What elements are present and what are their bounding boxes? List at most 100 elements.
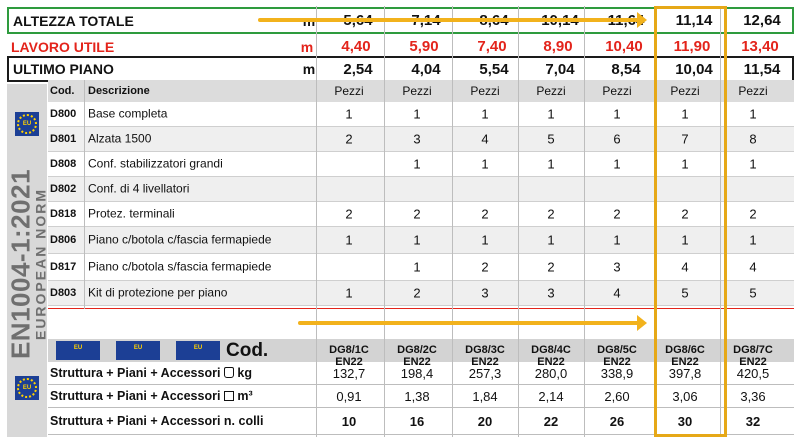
norm-code: EN1004-1:2021 xyxy=(5,168,36,360)
value-cell: 198,4 xyxy=(400,366,434,381)
highlight-column-box xyxy=(654,6,727,437)
row-label: Struttura + Piani + Accessori kg xyxy=(50,366,252,380)
part-desc: Piano c/botola s/fascia fermapiede xyxy=(88,259,272,274)
norm-vertical-label: EN1004-1:2021 EUROPEAN NORM xyxy=(5,122,49,407)
value-cell: 10 xyxy=(341,414,357,429)
part-desc: Alzata 1500 xyxy=(88,131,152,146)
qty-cell: 1 xyxy=(749,156,757,172)
lavoro-value: 5,90 xyxy=(409,38,439,55)
row-label: Struttura + Piani + Accessori n. colli xyxy=(50,414,264,428)
qty-cell: 1 xyxy=(481,232,489,248)
value-cell: 280,0 xyxy=(534,366,568,381)
part-desc: Base completa xyxy=(88,106,168,121)
part-code: D817 xyxy=(50,261,77,273)
value-cell: 420,5 xyxy=(736,366,770,381)
qty-cell: 5 xyxy=(547,131,555,147)
qty-header: Pezzi xyxy=(470,84,500,98)
grid-line xyxy=(518,6,519,437)
qty-cell: 1 xyxy=(749,232,757,248)
altezza-label: ALTEZZA TOTALE xyxy=(13,12,134,29)
qty-cell: 2 xyxy=(345,131,353,147)
grid-line xyxy=(316,6,317,437)
lavoro-value: 7,40 xyxy=(477,38,507,55)
value-cell: 26 xyxy=(609,414,625,429)
arrow-right-icon xyxy=(298,315,647,331)
qty-cell: 1 xyxy=(345,285,353,301)
qty-cell: 1 xyxy=(613,106,621,122)
lavoro-value: 10,40 xyxy=(605,38,643,55)
row-label: Struttura + Piani + Accessori m³ xyxy=(50,389,253,403)
qty-cell: 2 xyxy=(749,206,757,222)
qty-header: Pezzi xyxy=(602,84,632,98)
lavoro-value: 13,40 xyxy=(741,38,779,55)
part-code: D800 xyxy=(50,108,77,120)
part-desc: Conf. stabilizzatori grandi xyxy=(88,156,223,171)
cod-label: Cod. xyxy=(226,340,269,361)
qty-cell: 4 xyxy=(613,285,621,301)
altezza-value: 12,64 xyxy=(743,12,781,29)
value-cell: 0,91 xyxy=(336,389,362,404)
value-cell: 257,3 xyxy=(468,366,502,381)
eu-flag-icon: EU xyxy=(15,376,39,400)
value-cell: 2,60 xyxy=(604,389,630,404)
qty-cell: 1 xyxy=(413,259,421,275)
part-code: D802 xyxy=(50,183,77,195)
eu-flag-icon: EU xyxy=(176,341,220,360)
qty-header: Pezzi xyxy=(738,84,768,98)
ultimo-label: ULTIMO PIANO xyxy=(13,61,114,77)
qty-cell: 5 xyxy=(749,285,757,301)
qty-cell: 1 xyxy=(547,156,555,172)
qty-cell: 2 xyxy=(413,285,421,301)
value-cell: 2,14 xyxy=(538,389,564,404)
eu-flag-icon: EU xyxy=(56,341,100,360)
qty-cell: 2 xyxy=(481,206,489,222)
ultimo-value: 11,54 xyxy=(743,60,781,78)
grid-line xyxy=(452,6,453,437)
value-cell: 1,38 xyxy=(404,389,430,404)
qty-cell: 2 xyxy=(613,206,621,222)
qty-cell: 1 xyxy=(547,106,555,122)
part-desc: Kit di protezione per piano xyxy=(88,285,228,300)
qty-cell: 8 xyxy=(749,131,757,147)
value-cell: 22 xyxy=(543,414,559,429)
value-cell: 1,84 xyxy=(472,389,498,404)
lavoro-unit: m xyxy=(300,38,314,55)
grid-line xyxy=(584,6,585,437)
part-code: D818 xyxy=(50,208,77,220)
cube-icon xyxy=(223,391,234,401)
qty-cell: 2 xyxy=(481,259,489,275)
ultimo-value: 8,54 xyxy=(611,60,641,78)
part-code: D808 xyxy=(50,158,77,170)
qty-cell: 3 xyxy=(413,131,421,147)
qty-cell: 3 xyxy=(547,285,555,301)
qty-cell: 1 xyxy=(413,232,421,248)
weight-icon xyxy=(223,367,234,378)
part-desc: Piano c/botola c/fascia fermapiede xyxy=(88,232,272,247)
qty-cell: 1 xyxy=(345,106,353,122)
qty-cell: 3 xyxy=(481,285,489,301)
qty-cell: 1 xyxy=(413,106,421,122)
part-code: D806 xyxy=(50,234,77,246)
value-cell: 338,9 xyxy=(600,366,634,381)
qty-cell: 1 xyxy=(749,106,757,122)
qty-cell: 1 xyxy=(547,232,555,248)
qty-header: Pezzi xyxy=(536,84,566,98)
grid-line xyxy=(384,6,385,437)
value-cell: 16 xyxy=(409,414,425,429)
ultimo-value: 2,54 xyxy=(343,60,373,78)
qty-header: Pezzi xyxy=(402,84,432,98)
qty-cell: 1 xyxy=(413,156,421,172)
qty-cell: 1 xyxy=(613,232,621,248)
lavoro-value: 4,40 xyxy=(341,38,371,55)
qty-cell: 2 xyxy=(547,206,555,222)
qty-cell: 1 xyxy=(481,156,489,172)
part-desc: Protez. terminali xyxy=(88,206,175,221)
qty-cell: 1 xyxy=(613,156,621,172)
qty-cell: 1 xyxy=(345,232,353,248)
qty-cell: 2 xyxy=(413,206,421,222)
grid-line xyxy=(84,80,85,309)
qty-cell: 4 xyxy=(749,259,757,275)
qty-cell: 4 xyxy=(481,131,489,147)
part-code: D803 xyxy=(50,287,77,299)
qty-cell: 6 xyxy=(613,131,621,147)
